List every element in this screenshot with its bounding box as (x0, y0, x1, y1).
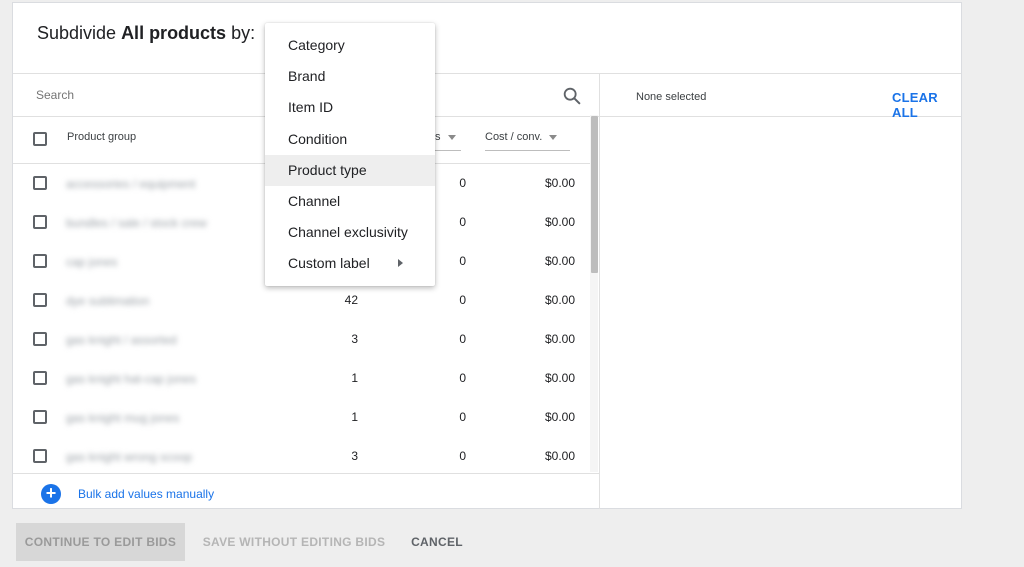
title-suffix: by: (226, 23, 256, 43)
products-cell: 1 (351, 410, 358, 424)
column-header-products-label: s (435, 131, 441, 143)
conversions-cell: 0 (459, 332, 466, 346)
column-header-cost-conv-label: Cost / conv. (485, 131, 543, 143)
column-underline (485, 150, 570, 151)
cost-conv-cell: $0.00 (544, 410, 575, 424)
cost-conv-cell: $0.00 (544, 176, 575, 190)
conversions-cell: 0 (459, 410, 466, 424)
row-checkbox[interactable] (33, 293, 47, 307)
row-checkbox[interactable] (33, 371, 47, 385)
cancel-button[interactable]: CANCEL (403, 523, 471, 561)
table-row: dye sublimation 42 0 $0.00 (13, 281, 587, 320)
conversions-cell: 0 (459, 449, 466, 463)
search-placeholder: Search (36, 88, 75, 102)
menu-item-item-id[interactable]: Item ID (265, 92, 435, 123)
title-prefix: Subdivide (37, 23, 122, 43)
row-checkbox[interactable] (33, 332, 47, 346)
table-row: gas knight hat-cap jones 1 0 $0.00 (13, 359, 587, 398)
table-scrollbar-thumb[interactable] (591, 116, 598, 273)
products-cell: 1 (351, 371, 358, 385)
products-cell: 42 (344, 293, 358, 307)
menu-item-channel[interactable]: Channel (265, 186, 435, 217)
row-checkbox[interactable] (33, 215, 47, 229)
products-cell: 3 (351, 449, 358, 463)
cost-conv-cell: $0.00 (544, 254, 575, 268)
subdivide-by-menu: Category Brand Item ID Condition Product… (265, 23, 435, 286)
bulk-add-link[interactable]: Bulk add values manually (78, 487, 214, 501)
save-without-editing-bids-button[interactable]: SAVE WITHOUT EDITING BIDS (193, 523, 395, 561)
search-icon[interactable] (561, 85, 583, 107)
product-group-cell[interactable]: gas knight mug jones (66, 411, 179, 425)
product-group-cell[interactable]: bundles / sale / stock crew (66, 216, 207, 230)
sort-caret-icon (549, 134, 558, 140)
column-header-cost-conv[interactable]: Cost / conv. (485, 131, 558, 143)
row-checkbox[interactable] (33, 410, 47, 424)
none-selected-label: None selected (636, 91, 707, 103)
table-row: gas knight / assorted 3 0 $0.00 (13, 320, 587, 359)
product-group-cell[interactable]: gas knight wrong scoop (66, 450, 192, 464)
table-row: gas knight mug jones 1 0 $0.00 (13, 398, 587, 437)
menu-item-condition[interactable]: Condition (265, 124, 435, 155)
product-group-cell[interactable]: cap jones (66, 255, 117, 269)
cost-conv-cell: $0.00 (544, 215, 575, 229)
menu-item-brand[interactable]: Brand (265, 61, 435, 92)
continue-to-edit-bids-button[interactable]: CONTINUE TO EDIT BIDS (16, 523, 185, 561)
product-group-cell[interactable]: dye sublimation (66, 294, 149, 308)
table-row: gas knight wrong scoop 3 0 $0.00 (13, 437, 587, 476)
column-header-products[interactable]: s (435, 131, 456, 143)
product-group-cell[interactable]: accessories / equipment (66, 177, 195, 191)
add-circle-icon[interactable]: + (41, 484, 61, 504)
submenu-arrow-icon (398, 259, 403, 268)
column-header-product-group[interactable]: Product group (67, 131, 136, 143)
menu-item-category[interactable]: Category (265, 30, 435, 61)
cost-conv-cell: $0.00 (544, 293, 575, 307)
product-group-cell[interactable]: gas knight hat-cap jones (66, 372, 196, 386)
search-divider (13, 116, 961, 117)
products-cell: 3 (351, 332, 358, 346)
cost-conv-cell: $0.00 (544, 449, 575, 463)
menu-item-custom-label-text: Custom label (288, 255, 370, 272)
row-checkbox[interactable] (33, 254, 47, 268)
row-checkbox[interactable] (33, 449, 47, 463)
header-divider (13, 73, 961, 74)
cost-conv-cell: $0.00 (544, 332, 575, 346)
sort-caret-icon (447, 134, 456, 140)
dialog-title: Subdivide All products by: (37, 23, 255, 44)
menu-item-product-type[interactable]: Product type (265, 154, 435, 186)
row-checkbox[interactable] (33, 176, 47, 190)
conversions-cell: 0 (459, 371, 466, 385)
pane-divider (599, 73, 600, 509)
menu-item-custom-label[interactable]: Custom label (265, 248, 435, 279)
select-all-checkbox[interactable] (33, 132, 47, 146)
menu-item-channel-exclusivity[interactable]: Channel exclusivity (265, 217, 435, 248)
title-bold: All products (121, 23, 227, 43)
cost-conv-cell: $0.00 (544, 371, 575, 385)
product-group-cell[interactable]: gas knight / assorted (66, 333, 177, 347)
clear-all-button[interactable]: CLEAR ALL (892, 90, 961, 120)
conversions-cell: 0 (459, 293, 466, 307)
